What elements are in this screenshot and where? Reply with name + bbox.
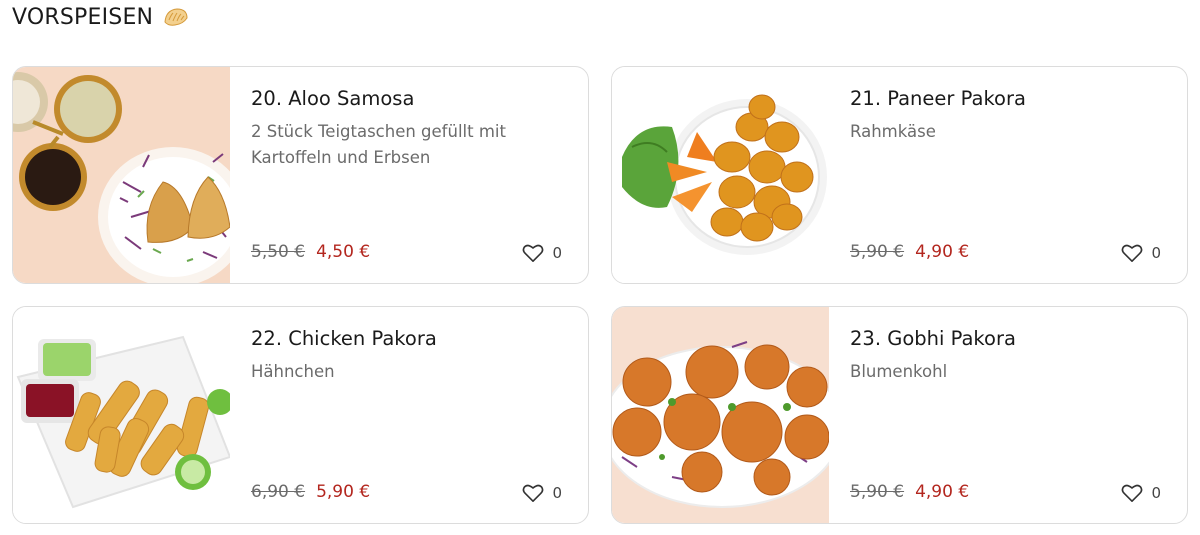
favorite-button[interactable]: 0 [1121,483,1161,503]
item-image-gobhi-pakora [612,307,829,523]
item-image-chicken-pakora [13,307,230,523]
section-title: VORSPEISEN [12,4,154,30]
item-image-paneer-pakora [612,67,829,283]
item-description: Blumenkohl [850,362,948,381]
menu-item-card[interactable]: 20. Aloo Samosa 2 Stück Teigtaschen gefü… [12,66,589,284]
heart-icon [523,484,544,502]
current-price: 5,90 € [316,482,371,502]
heart-icon [523,244,544,262]
price-row: 5,90 € 4,90 € [850,242,969,262]
old-price: 5,90 € [850,482,905,502]
heart-icon [1122,484,1143,502]
menu-item-card[interactable]: 22. Chicken Pakora Hähnchen 6,90 € 5,90 … [12,306,589,524]
price-row: 5,50 € 4,50 € [251,242,370,262]
menu-item-card[interactable]: 21. Paneer Pakora Rahmkäse 5,90 € 4,90 €… [611,66,1188,284]
current-price: 4,50 € [316,242,371,262]
item-description: Rahmkäse [850,122,936,141]
favorite-button[interactable]: 0 [1121,243,1161,263]
current-price: 4,90 € [915,482,970,502]
item-title: 23. Gobhi Pakora [850,327,1016,350]
item-description: Hähnchen [251,362,335,381]
favorite-button[interactable]: 0 [522,483,562,503]
current-price: 4,90 € [915,242,970,262]
item-image-aloo-samosa [13,67,230,283]
old-price: 5,90 € [850,242,905,262]
old-price: 5,50 € [251,242,306,262]
old-price: 6,90 € [251,482,306,502]
item-title: 22. Chicken Pakora [251,327,437,350]
dumpling-icon [164,8,188,26]
favorite-count: 0 [1151,484,1161,502]
item-title: 21. Paneer Pakora [850,87,1026,110]
favorite-button[interactable]: 0 [522,243,562,263]
favorite-count: 0 [552,244,562,262]
heart-icon [1122,244,1143,262]
favorite-count: 0 [1151,244,1161,262]
item-description: 2 Stück Teigtaschen gefüllt mit Kartoffe… [251,122,506,167]
price-row: 6,90 € 5,90 € [251,482,370,502]
price-row: 5,90 € 4,90 € [850,482,969,502]
item-title: 20. Aloo Samosa [251,87,415,110]
favorite-count: 0 [552,484,562,502]
menu-item-card[interactable]: 23. Gobhi Pakora Blumenkohl 5,90 € 4,90 … [611,306,1188,524]
section-header: VORSPEISEN [12,2,189,32]
